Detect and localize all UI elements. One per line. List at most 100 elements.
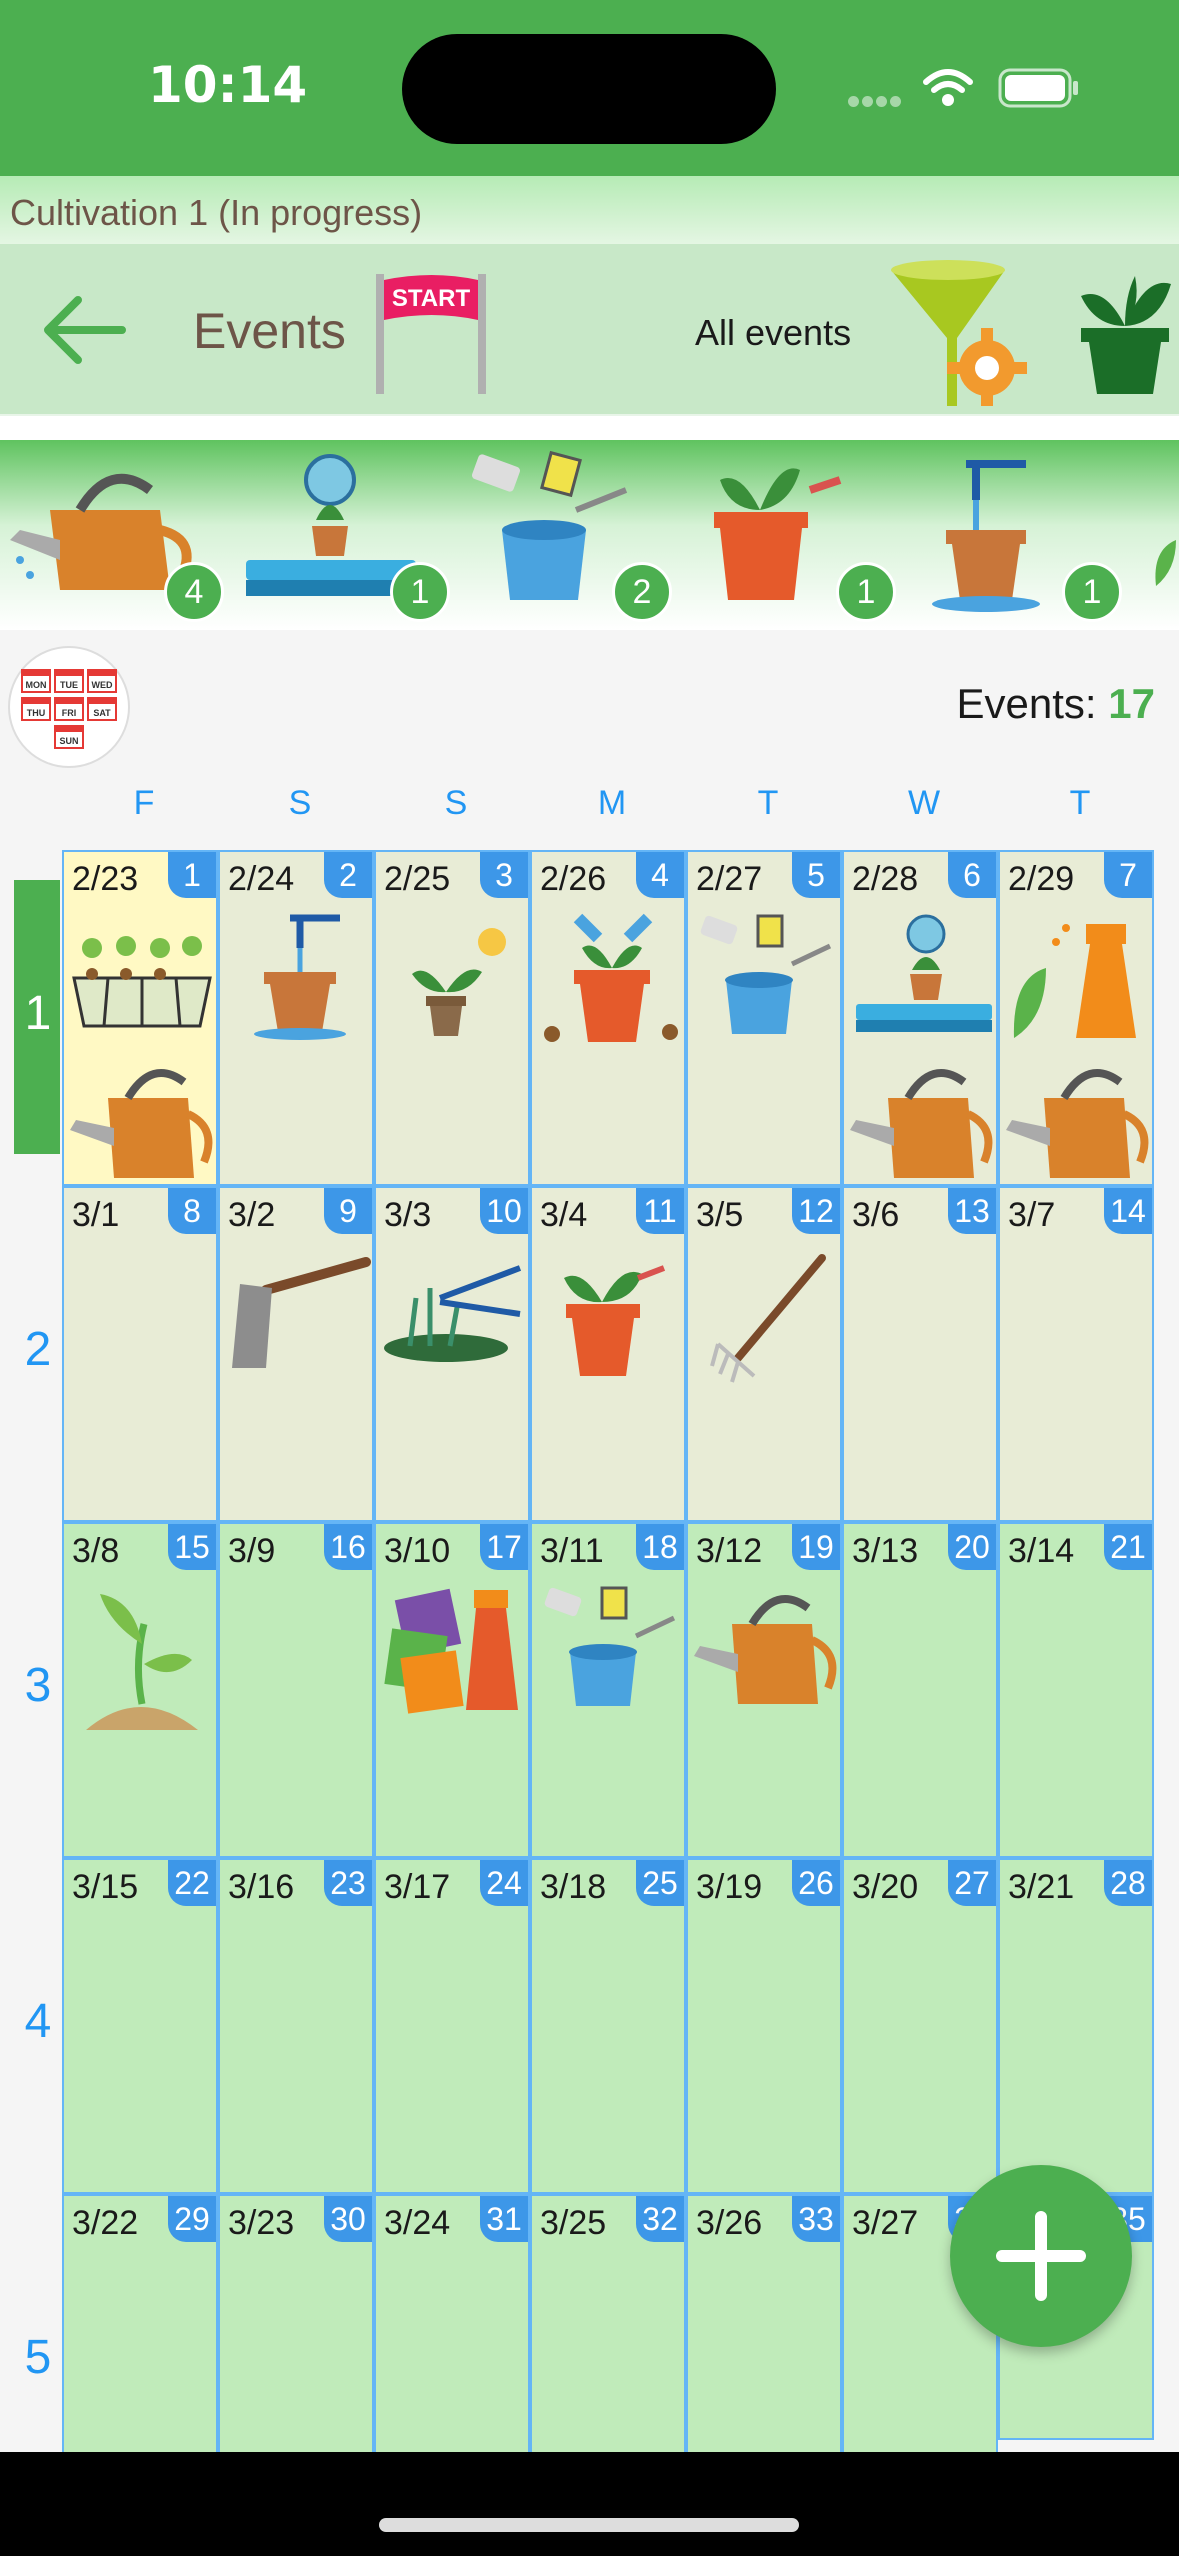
- day-number-badge: 33: [792, 2196, 840, 2242]
- events-total-label: Events:: [956, 680, 1109, 727]
- calendar-day-cell[interactable]: 3/18 25: [530, 1858, 686, 2194]
- calendar-day-cell[interactable]: 3/13 20: [842, 1522, 998, 1858]
- event-type-weighing[interactable]: 1: [240, 440, 460, 630]
- weekdays-calendar-icon: MON TUE WED THU FRI SAT SUN: [21, 669, 117, 749]
- day-number-badge: 31: [480, 2196, 528, 2242]
- event-filter-label[interactable]: All events: [695, 312, 851, 354]
- event-type-count: 1: [390, 562, 450, 622]
- day-date: 3/8: [72, 1532, 120, 1570]
- calendar-view-button[interactable]: MON TUE WED THU FRI SAT SUN: [8, 646, 130, 768]
- fertilizer-bucket-icon: [544, 1586, 676, 1706]
- week-number[interactable]: 5: [20, 2330, 56, 2385]
- week-number[interactable]: 2: [20, 1322, 56, 1377]
- day-number-badge: 12: [792, 1188, 840, 1234]
- day-date: 3/20: [852, 1868, 919, 1906]
- calendar-day-cell[interactable]: 3/1 8: [62, 1186, 218, 1522]
- calendar-day-cell[interactable]: 3/2 9: [218, 1186, 374, 1522]
- plant-pot-icon[interactable]: [1075, 266, 1175, 396]
- day-number-badge: 16: [324, 1524, 372, 1570]
- day-date: 3/9: [228, 1532, 276, 1570]
- calendar-day-cell[interactable]: 3/10 17: [374, 1522, 530, 1858]
- event-type-fertilizing[interactable]: 2: [466, 440, 686, 630]
- calendar-day-cell[interactable]: 3/14 21: [998, 1522, 1154, 1858]
- calendar-day-cell[interactable]: 3/20 27: [842, 1858, 998, 2194]
- day-number-badge: 11: [636, 1188, 684, 1234]
- weekday-label: S: [288, 784, 312, 822]
- day-number-badge: 6: [948, 852, 996, 898]
- sprout-soil-icon: [86, 1594, 198, 1730]
- day-date: 3/4: [540, 1196, 588, 1234]
- spray-bottle-leaf-icon: [1013, 924, 1136, 1038]
- calendar-day-cell[interactable]: 2/23 1: [62, 850, 218, 1186]
- day-date: 3/21: [1008, 1868, 1075, 1906]
- repotting-icon: [544, 913, 678, 1042]
- day-number-badge: 32: [636, 2196, 684, 2242]
- day-date: 3/16: [228, 1868, 295, 1906]
- day-date: 3/24: [384, 2204, 451, 2242]
- event-type-transplant[interactable]: 1: [690, 440, 910, 630]
- watering-can-icon: [850, 1069, 993, 1178]
- event-type-watering-pot[interactable]: 1: [916, 440, 1136, 630]
- week-number[interactable]: 1: [20, 986, 56, 1041]
- calendar-day-cell[interactable]: 3/12 19: [686, 1522, 842, 1858]
- day-date: 2/23: [72, 860, 139, 898]
- hoe-icon: [232, 1257, 371, 1368]
- calendar-day-cell[interactable]: 3/7 14: [998, 1186, 1154, 1522]
- signal-dots-icon: [848, 94, 904, 107]
- potted-seedling-icon: [564, 1265, 666, 1376]
- day-number-badge: 23: [324, 1860, 372, 1906]
- calendar-day-cell[interactable]: 2/26 4: [530, 850, 686, 1186]
- day-number-badge: 13: [948, 1188, 996, 1234]
- calendar-day-cell[interactable]: 3/15 22: [62, 1858, 218, 2194]
- sprout-sun-icon: [412, 928, 506, 1036]
- calendar-day-cell[interactable]: 2/28 6: [842, 850, 998, 1186]
- calendar-day-cell[interactable]: 3/19 26: [686, 1858, 842, 2194]
- back-arrow-icon[interactable]: [38, 290, 128, 370]
- add-event-button[interactable]: [950, 2165, 1132, 2347]
- svg-text:MON: MON: [26, 680, 47, 690]
- day-date: 3/5: [696, 1196, 744, 1234]
- day-date: 2/24: [228, 860, 295, 898]
- calendar-day-cell[interactable]: 3/3 10: [374, 1186, 530, 1522]
- calendar-day-cell[interactable]: 3/9 16: [218, 1522, 374, 1858]
- event-types-strip[interactable]: 4 1 2 1 1: [0, 440, 1179, 630]
- day-number-badge: 14: [1104, 1188, 1152, 1234]
- day-date: 3/1: [72, 1196, 120, 1234]
- status-bar: 10:14: [0, 0, 1179, 176]
- day-date: 3/6: [852, 1196, 900, 1234]
- day-date: 3/7: [1008, 1196, 1056, 1234]
- calendar-day-cell[interactable]: 3/5 12: [686, 1186, 842, 1522]
- event-type-watering[interactable]: 4: [10, 440, 230, 630]
- day-date: 3/14: [1008, 1532, 1075, 1570]
- calendar-day-cell[interactable]: 3/16 23: [218, 1858, 374, 2194]
- day-date: 3/27: [852, 2204, 919, 2242]
- calendar-day-cell[interactable]: 3/17 24: [374, 1858, 530, 2194]
- cultivation-title: Cultivation 1 (In progress): [10, 192, 423, 233]
- weekday-label: W: [907, 784, 941, 822]
- calendar-day-cell[interactable]: 3/8 15: [62, 1522, 218, 1858]
- calendar-day-cell[interactable]: 3/4 11: [530, 1186, 686, 1522]
- day-number-badge: 4: [636, 852, 684, 898]
- funnel-gear-filter-icon[interactable]: [885, 256, 1035, 406]
- calendar-day-cell[interactable]: 2/24 2: [218, 850, 374, 1186]
- calendar-day-cell[interactable]: 2/29 7: [998, 850, 1154, 1186]
- watering-can-icon: [694, 1595, 837, 1704]
- rake-icon: [710, 1254, 826, 1383]
- day-number-badge: 17: [480, 1524, 528, 1570]
- calendar-day-cell[interactable]: 2/25 3: [374, 850, 530, 1186]
- week-number[interactable]: 4: [20, 1994, 56, 2049]
- day-date: 3/17: [384, 1868, 451, 1906]
- calendar-day-cell[interactable]: 2/27 5: [686, 850, 842, 1186]
- start-flag-icon[interactable]: START: [372, 266, 492, 396]
- pot-water-tap-icon: [254, 914, 346, 1040]
- week-number[interactable]: 3: [20, 1658, 56, 1713]
- weekday-label: T: [1069, 784, 1091, 822]
- calendar-day-cell[interactable]: 3/21 28: [998, 1858, 1154, 2194]
- day-date: 3/12: [696, 1532, 763, 1570]
- calendar-day-cell[interactable]: 3/11 18: [530, 1522, 686, 1858]
- day-number-badge: 2: [324, 852, 372, 898]
- seedling-tray-icon: [72, 936, 212, 1028]
- home-indicator[interactable]: [379, 2518, 799, 2532]
- day-date: 3/26: [696, 2204, 763, 2242]
- calendar-day-cell[interactable]: 3/6 13: [842, 1186, 998, 1522]
